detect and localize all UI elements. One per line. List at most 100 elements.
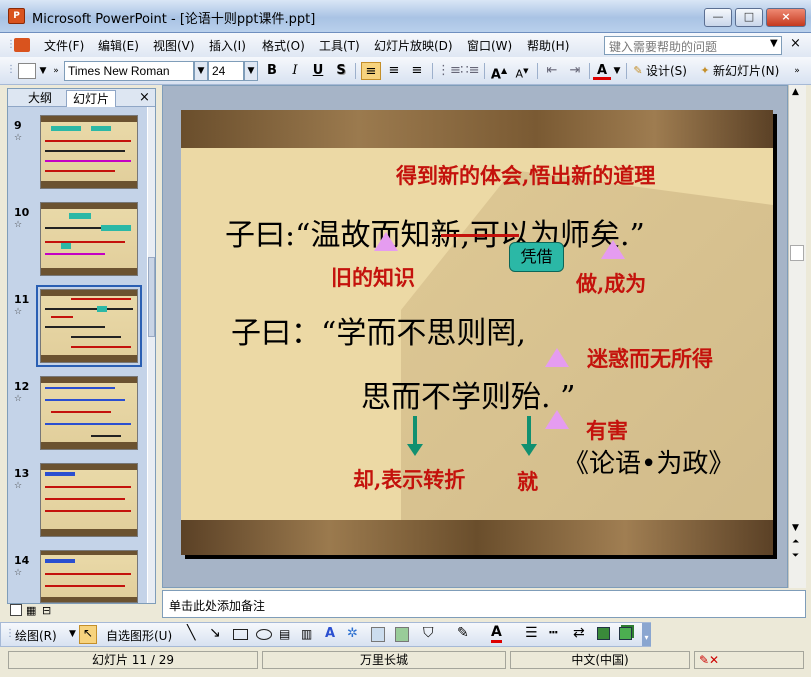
scroll-down-icon[interactable]: ▼ (792, 523, 799, 533)
decrease-indent-icon[interactable]: ⇤ (542, 62, 562, 80)
arrow-style-icon[interactable]: ⇄ (573, 625, 585, 641)
annotation-new-insight[interactable]: 得到新的体会,悟出新的道理 (396, 160, 655, 190)
restore-button[interactable]: □ (735, 8, 763, 27)
editor-scrollbar[interactable]: ▲ ▼ ⏶ ⏷ (788, 85, 806, 588)
language-indicator[interactable]: 中文(中国) (510, 651, 690, 669)
callout-rely[interactable]: 凭借 (509, 242, 564, 272)
menu-window[interactable]: 窗口(W) (467, 37, 512, 54)
diagram-icon[interactable]: ✲ (347, 626, 358, 641)
line-color-icon[interactable]: ✎ (457, 625, 469, 641)
menu-format[interactable]: 格式(O) (262, 37, 305, 54)
menu-slideshow[interactable]: 幻灯片放映(D) (374, 37, 453, 54)
annotation-but[interactable]: 却,表示转折 (353, 464, 465, 494)
toolbar-options-icon[interactable]: ▾ (642, 623, 651, 646)
select-pointer-icon[interactable]: ↖ (79, 625, 97, 644)
menu-tools[interactable]: 工具(T) (319, 37, 360, 54)
bold-button[interactable]: B (263, 62, 281, 80)
menu-file[interactable]: 文件(F) (44, 37, 84, 54)
oval-tool-icon[interactable] (256, 629, 272, 640)
design-button[interactable]: 设计(S) (646, 62, 694, 80)
line-tool-icon[interactable]: ╲ (187, 625, 195, 641)
font-size-select[interactable]: 24 (208, 61, 244, 81)
fill-color-icon[interactable]: ⛉ (423, 625, 434, 641)
normal-view-icon[interactable] (10, 604, 22, 616)
shadow-style-icon[interactable] (597, 627, 610, 640)
scroll-thumb[interactable] (790, 245, 804, 261)
toolbar-chevron-icon[interactable]: » (792, 62, 802, 80)
slideshow-icon[interactable]: ⊟ (42, 604, 51, 617)
font-color-draw-icon[interactable]: A (491, 625, 502, 643)
quote-line-2[interactable]: 子曰：“学而不思则罔, (231, 308, 526, 352)
toolbar-chevron-icon[interactable]: » (52, 62, 60, 80)
menu-view[interactable]: 视图(V) (153, 37, 195, 54)
autoshapes-menu[interactable]: 自选图形(U) (106, 627, 172, 644)
thumbnail-scrollbar[interactable] (148, 107, 155, 603)
quote-line-1[interactable]: 子曰:“温故而知新,可以为师矣.” (225, 210, 645, 254)
slide-thumbnail-14[interactable] (40, 550, 138, 603)
arrow-tool-icon[interactable]: ↘ (209, 625, 221, 641)
underline-button[interactable]: U (309, 62, 327, 80)
tab-slides[interactable]: 幻灯片 (66, 90, 117, 107)
panel-close-icon[interactable]: × (139, 90, 150, 105)
align-right-icon[interactable]: ≡ (407, 62, 427, 80)
spelling-status-icon[interactable]: ✎✕ (694, 651, 804, 669)
wordart-icon[interactable]: A (325, 626, 335, 641)
font-name-select[interactable]: Times New Roman (64, 61, 194, 81)
slide-thumbnail-13[interactable] (40, 463, 138, 537)
annotation-then[interactable]: 就 (517, 466, 538, 496)
arrow-down-icon[interactable] (527, 416, 531, 446)
numbering-icon[interactable]: ⋮≡ (437, 62, 461, 80)
draw-dropdown-icon[interactable]: ▼ (69, 629, 76, 639)
menu-edit[interactable]: 编辑(E) (98, 37, 139, 54)
help-search-input[interactable]: 键入需要帮助的问题 (604, 36, 782, 55)
rectangle-tool-icon[interactable] (233, 629, 248, 640)
slide-thumbnail-12[interactable] (40, 376, 138, 450)
scroll-up-icon[interactable]: ▲ (792, 87, 799, 97)
font-size-dropdown-icon[interactable]: ▼ (244, 61, 258, 81)
align-center-icon[interactable]: ≡ (384, 62, 404, 80)
close-doc-icon[interactable]: × (790, 36, 801, 51)
triangle-marker[interactable] (374, 232, 398, 251)
italic-button[interactable]: I (286, 62, 304, 80)
3d-style-icon[interactable] (619, 627, 632, 640)
notes-pane[interactable]: 单击此处添加备注 (162, 590, 806, 618)
next-slide-icon[interactable]: ⏷ (792, 551, 799, 561)
slide-thumbnail-9[interactable] (40, 115, 138, 189)
decrease-font-icon[interactable]: A▼ (512, 62, 532, 81)
new-document-icon[interactable] (18, 63, 36, 79)
close-button[interactable]: × (766, 8, 806, 27)
shadow-button[interactable]: S (332, 62, 350, 80)
menu-insert[interactable]: 插入(I) (209, 37, 246, 54)
increase-indent-icon[interactable]: ⇥ (565, 62, 585, 80)
draw-menu[interactable]: 绘图(R) (15, 627, 57, 644)
dash-style-icon[interactable]: ┅ (549, 625, 557, 641)
annotation-confused[interactable]: 迷惑而无所得 (587, 343, 713, 373)
picture-icon[interactable] (395, 627, 409, 642)
source-citation[interactable]: 《论语•为政》 (563, 443, 734, 480)
slide-thumbnail-10[interactable] (40, 202, 138, 276)
annotation-become[interactable]: 做,成为 (576, 268, 646, 298)
slide-thumbnail-11[interactable] (36, 285, 142, 367)
align-left-icon[interactable]: ≡ (361, 62, 381, 80)
line-style-icon[interactable]: ☰ (525, 625, 538, 641)
new-slide-button[interactable]: 新幻灯片(N) (713, 62, 789, 80)
new-dropdown-icon[interactable]: ▼ (38, 62, 48, 80)
menu-help[interactable]: 帮助(H) (527, 37, 569, 54)
triangle-marker[interactable] (545, 410, 569, 429)
quote-line-3[interactable]: 思而不学则殆. ” (361, 372, 575, 416)
minimize-button[interactable]: — (704, 8, 732, 27)
textbox-tool-icon[interactable]: ▤ (279, 627, 290, 641)
scroll-thumb[interactable] (148, 257, 155, 337)
arrow-down-icon[interactable] (413, 416, 417, 446)
slide-canvas[interactable]: 得到新的体会,悟出新的道理 子曰:“温故而知新,可以为师矣.” 凭借 旧的知识 … (181, 110, 773, 555)
vertical-textbox-icon[interactable]: ▥ (301, 627, 312, 641)
help-dropdown-icon[interactable]: ▼ (770, 38, 778, 49)
increase-font-icon[interactable]: A▲ (489, 62, 509, 82)
slide-sorter-icon[interactable]: ▦ (26, 604, 36, 617)
triangle-marker[interactable] (601, 240, 625, 259)
clipart-icon[interactable] (371, 627, 385, 642)
font-color-icon[interactable]: A (593, 62, 611, 80)
previous-slide-icon[interactable]: ⏶ (792, 537, 799, 547)
font-name-dropdown-icon[interactable]: ▼ (194, 61, 208, 81)
powerpoint-app-icon[interactable]: P (8, 8, 25, 24)
